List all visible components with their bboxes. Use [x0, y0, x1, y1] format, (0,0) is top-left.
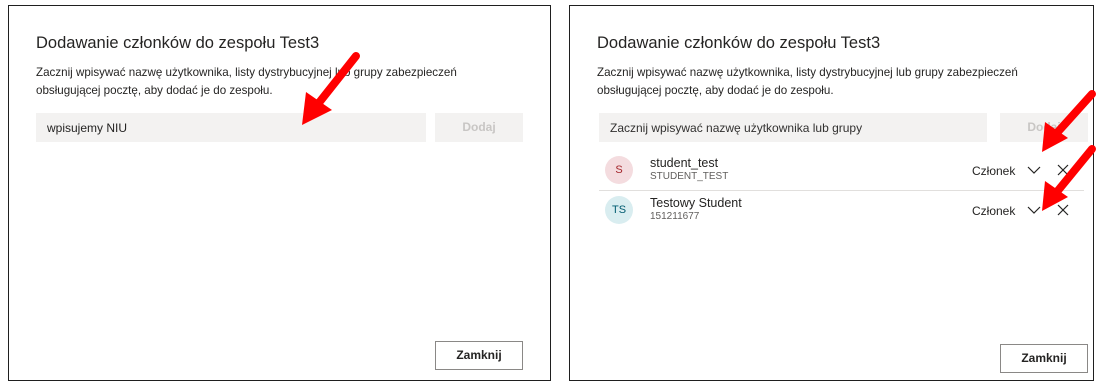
- add-members-dialog-left: Dodawanie członków do zespołu Test3 Zacz…: [8, 5, 551, 381]
- dialog-description: Zacznij wpisywać nazwę użytkownika, list…: [597, 66, 1018, 97]
- member-row: S student_test STUDENT_TEST Członek: [599, 152, 1084, 191]
- close-button[interactable]: Zamknij: [1000, 344, 1088, 373]
- avatar: S: [605, 156, 633, 184]
- add-button[interactable]: Dodaj: [435, 113, 523, 142]
- member-id: STUDENT_TEST: [650, 171, 729, 182]
- chevron-down-icon[interactable]: [1027, 164, 1041, 176]
- chevron-down-icon[interactable]: [1027, 204, 1041, 216]
- member-row: TS Testowy Student 151211677 Członek: [599, 192, 1084, 230]
- member-name: Testowy Student: [650, 196, 742, 210]
- dialog-title: Dodawanie członków do zespołu Test3: [36, 34, 320, 52]
- dialog-title: Dodawanie członków do zespołu Test3: [597, 34, 881, 52]
- member-role-dropdown[interactable]: Członek: [972, 204, 1015, 218]
- member-id: 151211677: [650, 211, 700, 222]
- avatar: TS: [605, 196, 633, 224]
- add-button[interactable]: Dodaj: [1000, 113, 1088, 142]
- member-search-input[interactable]: [36, 113, 426, 142]
- member-search-input[interactable]: [599, 113, 987, 142]
- dialog-description: Zacznij wpisywać nazwę użytkownika, list…: [36, 66, 457, 97]
- close-button[interactable]: Zamknij: [435, 341, 523, 370]
- add-members-dialog-right: Dodawanie członków do zespołu Test3 Zacz…: [569, 5, 1094, 381]
- close-icon[interactable]: [1057, 164, 1069, 176]
- member-name: student_test: [650, 156, 719, 170]
- close-icon[interactable]: [1057, 204, 1069, 216]
- member-role-dropdown[interactable]: Członek: [972, 164, 1015, 178]
